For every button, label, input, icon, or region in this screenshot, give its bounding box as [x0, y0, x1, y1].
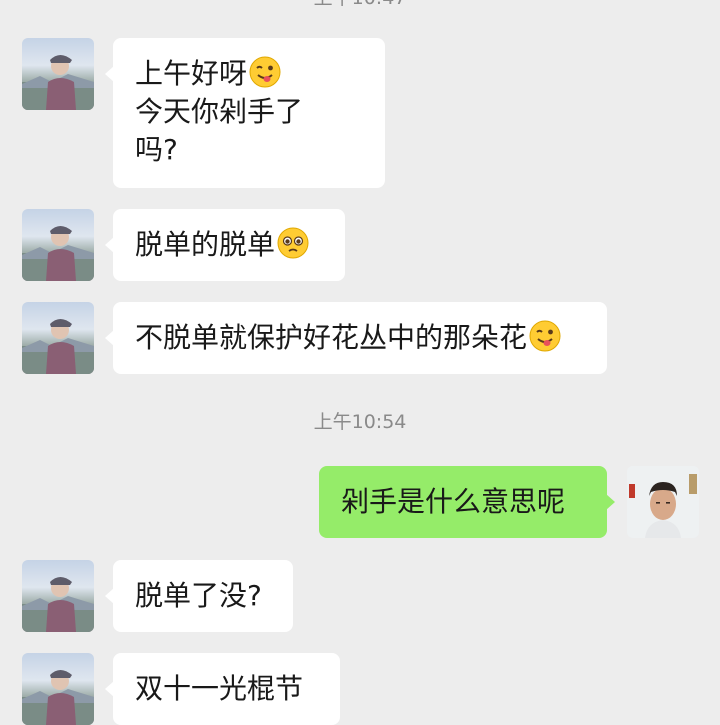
message-1-line-1: 上午好呀	[135, 57, 248, 90]
message-bubble-1[interactable]: 上午好呀 今天你剁手了 吗?	[105, 38, 385, 188]
contact-photo-icon	[22, 55, 94, 110]
avatar-contact[interactable]	[22, 209, 94, 281]
message-3-text: 不脱单就保护好花丛中的那朵花	[135, 321, 528, 354]
message-1-line-3: 吗?	[135, 133, 178, 166]
avatar-contact[interactable]	[22, 560, 94, 632]
message-5-text: 脱单了没?	[135, 579, 262, 612]
timestamp-top: 上午10:47	[0, 0, 720, 8]
avatar-contact[interactable]	[22, 302, 94, 374]
pleading-face-emoji	[277, 227, 309, 259]
user-photo-icon	[627, 466, 699, 538]
avatar-contact[interactable]	[22, 38, 94, 110]
timestamp: 上午10:54	[313, 411, 407, 433]
message-bubble-3[interactable]: 不脱单就保护好花丛中的那朵花	[105, 302, 607, 374]
message-bubble-5[interactable]: 脱单了没?	[105, 560, 293, 632]
wink-tongue-emoji	[529, 320, 561, 352]
contact-photo-icon	[22, 226, 94, 281]
message-1-line-2: 今天你剁手了	[135, 95, 304, 128]
message-6-text: 双十一光棍节	[135, 672, 304, 705]
contact-photo-icon	[22, 319, 94, 374]
avatar-contact[interactable]	[22, 653, 94, 725]
message-bubble-4[interactable]: 剁手是什么意思呢	[319, 466, 615, 538]
message-4-text: 剁手是什么意思呢	[341, 485, 566, 518]
contact-photo-icon	[22, 670, 94, 725]
avatar-self[interactable]	[627, 466, 699, 538]
contact-photo-icon	[22, 577, 94, 632]
message-2-text: 脱单的脱单	[135, 228, 276, 261]
wink-tongue-emoji	[249, 56, 281, 88]
message-bubble-2[interactable]: 脱单的脱单	[105, 209, 345, 281]
message-bubble-6[interactable]: 双十一光棍节	[105, 653, 340, 725]
